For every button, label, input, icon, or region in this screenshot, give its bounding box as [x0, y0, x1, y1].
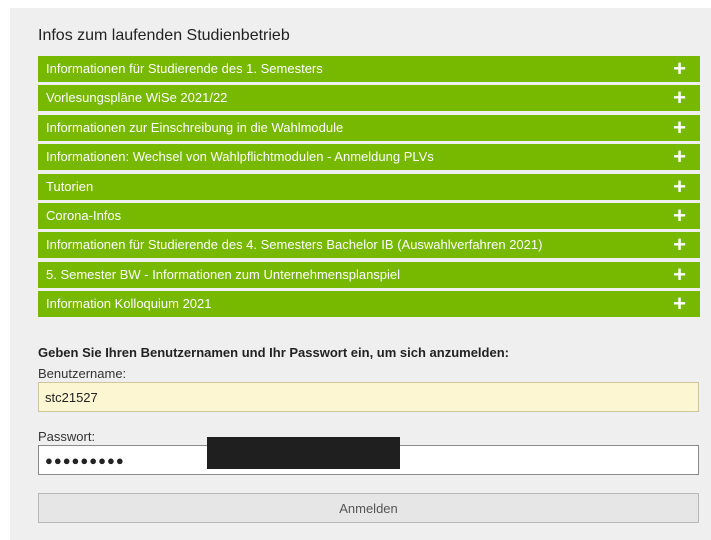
plus-icon[interactable]: + [673, 56, 686, 82]
login-prompt: Geben Sie Ihren Benutzernamen und Ihr Pa… [38, 345, 509, 360]
accordion-item-module-change[interactable]: Informationen: Wechsel von Wahlpflichtmo… [38, 144, 700, 171]
accordion-item-label: Vorlesungspläne WiSe 2021/22 [46, 90, 228, 106]
accordion-item-colloquium[interactable]: Information Kolloquium 2021 + [38, 291, 700, 318]
plus-icon[interactable]: + [673, 232, 686, 258]
accordion-item-label: Informationen: Wechsel von Wahlpflichtmo… [46, 149, 434, 165]
section-title: Infos zum laufenden Studienbetrieb [38, 27, 290, 44]
login-button[interactable]: Anmelden [38, 493, 699, 523]
info-accordion: Informationen für Studierende des 1. Sem… [38, 56, 700, 321]
accordion-item-tutorials[interactable]: Tutorien + [38, 173, 700, 200]
plus-icon[interactable]: + [673, 85, 686, 111]
accordion-item-corona-info[interactable]: Corona-Infos + [38, 202, 700, 229]
accordion-item-label: Informationen für Studierende des 1. Sem… [46, 61, 323, 76]
accordion-item-label: Tutorien [46, 178, 94, 194]
plus-icon[interactable]: + [673, 291, 686, 317]
plus-icon[interactable]: + [673, 262, 686, 288]
accordion-item-label: Information Kolloquium 2021 [46, 296, 212, 312]
plus-icon[interactable]: + [673, 115, 686, 141]
plus-icon[interactable]: + [673, 144, 686, 170]
accordion-item-label: Informationen für Studierende des 4. Sem… [46, 237, 543, 253]
accordion-item-label: Corona-Infos [46, 207, 122, 223]
password-label: Passwort: [38, 429, 96, 444]
accordion-item-label: 5. Semester BW - Informationen zum Unter… [46, 266, 401, 282]
username-label: Benutzername: [38, 366, 127, 381]
accordion-item-label: Informationen zur Einschreibung in die W… [46, 119, 344, 135]
plus-icon[interactable]: + [673, 174, 686, 200]
username-input[interactable] [38, 382, 699, 412]
accordion-item-lecture-plans[interactable]: Vorlesungspläne WiSe 2021/22 + [38, 85, 700, 112]
plus-icon[interactable]: + [673, 203, 686, 229]
accordion-item-semester1-info[interactable]: Informationen für Studierende des 1. Sem… [38, 56, 700, 82]
redaction-box [207, 437, 400, 469]
login-panel: Infos zum laufenden Studienbetrieb Infor… [10, 8, 711, 540]
accordion-item-business-game[interactable]: 5. Semester BW - Informationen zum Unter… [38, 261, 700, 288]
accordion-item-semester4-selection[interactable]: Informationen für Studierende des 4. Sem… [38, 232, 700, 259]
accordion-item-elective-enrollment[interactable]: Informationen zur Einschreibung in die W… [38, 114, 700, 141]
